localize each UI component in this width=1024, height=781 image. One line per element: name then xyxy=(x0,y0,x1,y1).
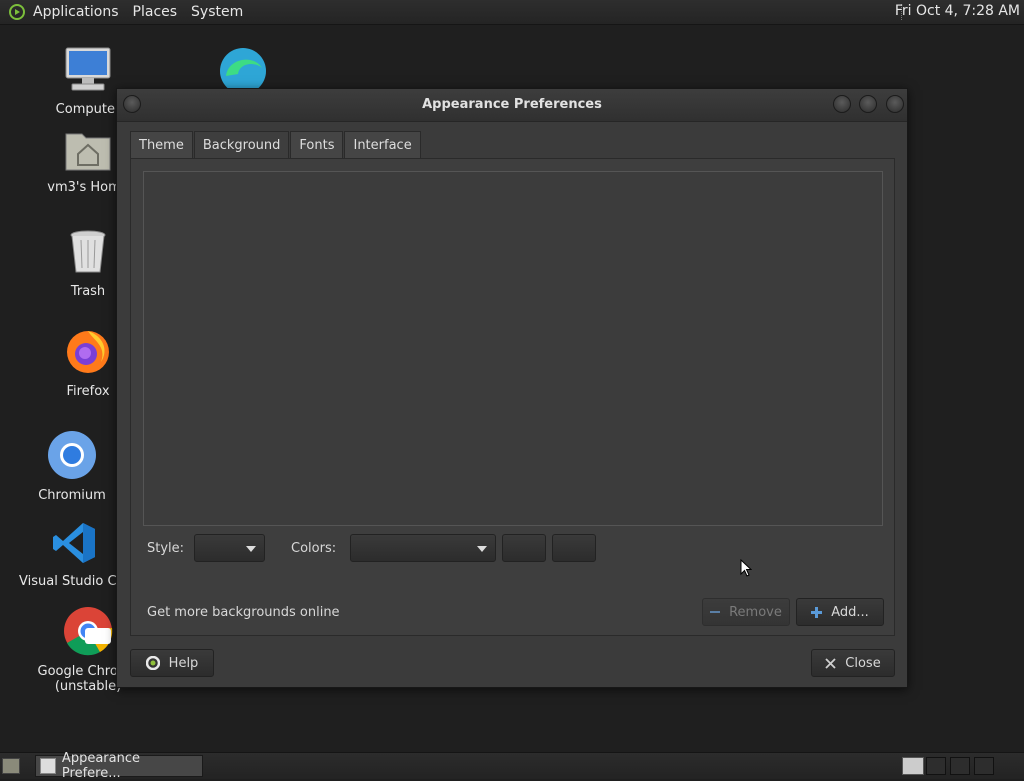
tab-background[interactable]: Background xyxy=(193,131,290,159)
appearance-app-icon xyxy=(40,758,56,774)
tab-interface[interactable]: Interface xyxy=(344,131,421,158)
minimize-button[interactable] xyxy=(833,95,851,113)
title-bar[interactable]: Appearance Preferences xyxy=(117,89,907,122)
more-backgrounds-link[interactable]: Get more backgrounds online xyxy=(147,605,340,620)
primary-color-button[interactable] xyxy=(502,534,546,562)
home-folder-icon xyxy=(65,133,111,171)
close-button-label: Close xyxy=(845,655,881,671)
menu-system[interactable]: System xyxy=(191,4,243,20)
close-button[interactable]: Close xyxy=(811,649,895,677)
workspace-2[interactable] xyxy=(926,757,946,775)
clock[interactable]: Fri Oct 4, 7:28 AM xyxy=(895,3,1020,19)
tab-theme[interactable]: Theme xyxy=(130,131,193,158)
workspace-3[interactable] xyxy=(950,757,970,775)
trash-icon xyxy=(70,230,106,273)
tab-fonts[interactable]: Fonts xyxy=(290,131,344,158)
help-icon xyxy=(145,656,160,670)
desktop-icon-label: Chromium xyxy=(38,488,106,503)
add-button[interactable]: Add... xyxy=(796,598,884,626)
style-combo[interactable] xyxy=(194,534,265,562)
workspace-1[interactable] xyxy=(902,757,924,775)
style-label: Style: xyxy=(147,541,185,556)
taskbar-item-label: Appearance Prefere... xyxy=(61,751,140,781)
desktop-icon-vscode[interactable]: Visual Studio Code xyxy=(19,520,141,589)
firefox-icon xyxy=(67,331,109,373)
mouse-pointer-icon xyxy=(740,559,752,577)
edge-dev-icon xyxy=(220,48,266,94)
minus-icon xyxy=(710,611,721,613)
maximize-button[interactable] xyxy=(859,95,877,113)
desktop-icon-label: Visual Studio Code xyxy=(19,574,141,589)
taskbar-item-appearance[interactable]: Appearance Prefere... xyxy=(35,751,203,781)
help-button-label: Help xyxy=(168,655,199,671)
background-list[interactable] xyxy=(143,171,883,526)
workspace-4[interactable] xyxy=(974,757,994,775)
chromium-icon xyxy=(48,431,96,479)
vscode-icon xyxy=(53,523,95,563)
background-tab-panel: Style: Colors: Get more backgrounds onli… xyxy=(130,158,895,636)
menu-places[interactable]: Places xyxy=(133,4,178,20)
colors-label: Colors: xyxy=(291,541,337,556)
computer-icon xyxy=(65,47,111,91)
menu-applications[interactable]: Applications xyxy=(33,4,119,20)
remove-button-label: Remove xyxy=(729,604,782,620)
plus-icon xyxy=(811,606,823,618)
close-icon xyxy=(825,657,836,669)
chevron-down-icon xyxy=(246,546,256,552)
menu-logo-icon[interactable] xyxy=(9,4,25,20)
chevron-down-icon xyxy=(477,546,487,552)
desktop-icon-chromium[interactable]: Chromium xyxy=(17,430,127,503)
secondary-color-button[interactable] xyxy=(552,534,596,562)
show-desktop-icon[interactable] xyxy=(2,758,20,774)
appearance-preferences-window: Appearance Preferences Theme Background … xyxy=(116,88,908,688)
tab-bar: Theme Background Fonts Interface xyxy=(130,131,422,159)
add-button-label: Add... xyxy=(831,604,869,620)
remove-button[interactable]: Remove xyxy=(702,598,790,626)
bottom-panel: Appearance Prefere... xyxy=(0,751,1024,781)
help-button[interactable]: Help xyxy=(130,649,214,677)
window-close-button[interactable] xyxy=(886,95,904,113)
chrome-dev-icon xyxy=(64,607,113,656)
window-title: Appearance Preferences xyxy=(422,97,602,112)
top-panel: Applications Places System Fri Oct 4, 7:… xyxy=(0,0,1024,25)
colors-combo[interactable] xyxy=(350,534,496,562)
